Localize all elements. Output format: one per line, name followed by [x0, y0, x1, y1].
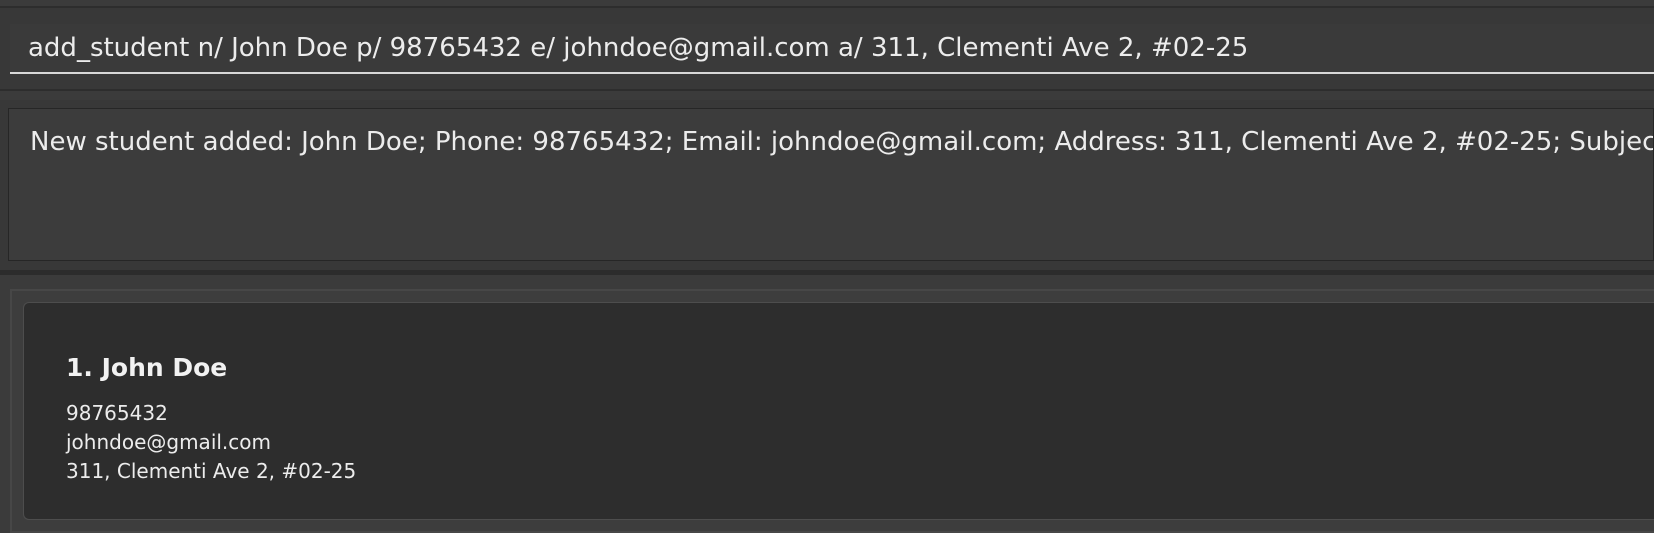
student-list-panel: 1. John Doe 98765432 johndoe@gmail.com 3… — [0, 275, 1654, 533]
student-address: 311, Clementi Ave 2, #02-25 — [66, 459, 357, 483]
app-window: New student added: John Doe; Phone: 9876… — [0, 0, 1654, 533]
student-phone: 98765432 — [66, 401, 168, 425]
result-display[interactable]: New student added: John Doe; Phone: 9876… — [8, 108, 1654, 261]
student-email: johndoe@gmail.com — [66, 430, 271, 454]
command-input[interactable] — [10, 24, 1654, 74]
student-list[interactable]: 1. John Doe 98765432 johndoe@gmail.com 3… — [10, 289, 1654, 533]
command-box — [0, 6, 1654, 91]
result-display-panel: New student added: John Doe; Phone: 9876… — [0, 100, 1654, 270]
student-name: 1. John Doe — [66, 353, 228, 382]
student-card[interactable]: 1. John Doe 98765432 johndoe@gmail.com 3… — [23, 302, 1654, 520]
